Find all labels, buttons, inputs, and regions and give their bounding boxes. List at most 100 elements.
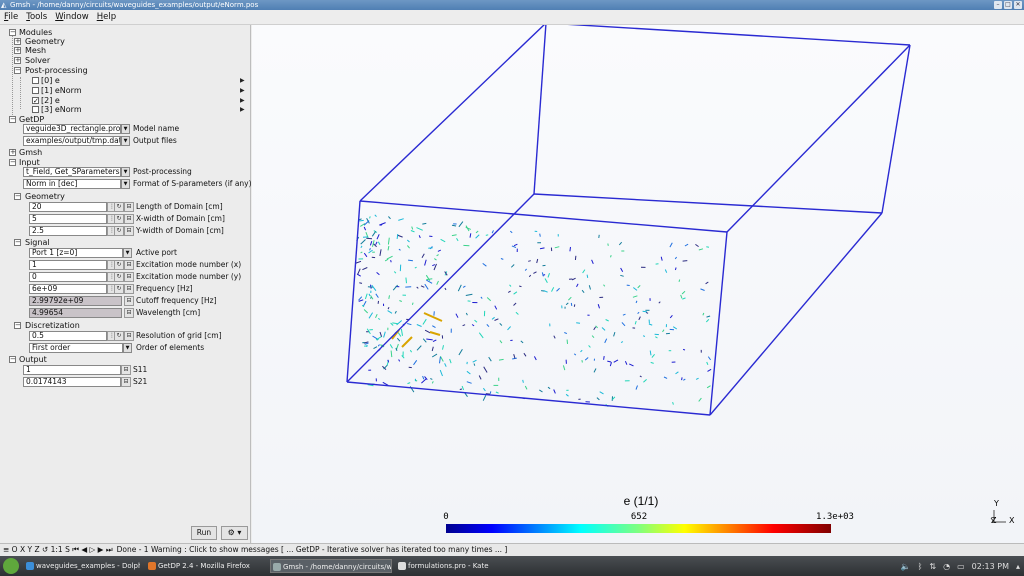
close-icon[interactable]: ✕	[1014, 1, 1022, 9]
range-icon[interactable]: ⊟	[124, 272, 134, 282]
view-checkbox[interactable]	[32, 87, 39, 94]
task-kate[interactable]: formulations.pro - Kate	[396, 559, 514, 573]
field-vector	[405, 277, 407, 284]
bluetooth-icon[interactable]: ᛒ	[918, 562, 923, 571]
view-checkbox[interactable]	[32, 106, 39, 113]
menu-help[interactable]: Help	[97, 12, 116, 22]
model-name-select[interactable]: veguide3D_rectangle.pro	[23, 124, 121, 134]
dropdown-arrow-icon[interactable]: ▼	[121, 124, 130, 134]
wifi-icon[interactable]: ◔	[943, 562, 950, 571]
order-select[interactable]: First order	[29, 343, 123, 353]
field-vector	[588, 285, 591, 290]
expand-icon[interactable]: +	[14, 47, 21, 54]
format-select[interactable]: Norm in [dec]	[23, 179, 121, 189]
battery-icon[interactable]: ▭	[957, 562, 965, 571]
menu-file[interactable]: File	[4, 12, 18, 22]
network-icon[interactable]: ⇅	[929, 562, 936, 571]
range-icon[interactable]: ⊟	[124, 214, 134, 224]
resolution-input[interactable]: 0.5	[29, 331, 107, 341]
field-vector-strong	[401, 336, 413, 348]
range-icon[interactable]: ⊟	[124, 284, 134, 294]
menu-window[interactable]: Window	[55, 12, 89, 22]
length-input[interactable]: 20	[29, 202, 107, 212]
minimize-icon[interactable]: –	[994, 1, 1002, 9]
task-gmsh[interactable]: Gmsh - /home/danny/circuits/w	[270, 559, 392, 573]
range-icon[interactable]: ⊟	[124, 296, 134, 306]
dropdown-arrow-icon[interactable]: ▼	[121, 179, 130, 189]
field-vector	[408, 259, 413, 262]
maximize-icon[interactable]: □	[1004, 1, 1012, 9]
range-icon[interactable]: ⊟	[124, 260, 134, 270]
field-vector	[388, 216, 391, 220]
task-firefox[interactable]: GetDP 2.4 - Mozilla Firefox	[146, 559, 264, 573]
field-vector	[386, 255, 393, 260]
field-vector	[431, 346, 434, 352]
view-toolbar[interactable]: ≡ O X Y Z ↺ 1:1 S ⏮ ◀ ▷ ▶ ⏭	[3, 544, 113, 556]
expand-icon[interactable]: +	[9, 149, 16, 156]
s11-input[interactable]: 1	[23, 365, 121, 375]
loop-icon[interactable]: ↻	[114, 202, 124, 212]
field-vector	[465, 293, 473, 296]
xwidth-input[interactable]: 5	[29, 214, 107, 224]
field-vector	[376, 272, 380, 276]
postproc-select[interactable]: t_Field, Get_SParameters	[23, 167, 121, 177]
collapse-icon[interactable]: −	[9, 29, 16, 36]
clock[interactable]: 02:13 PM	[972, 562, 1009, 571]
view-checkbox-checked[interactable]: ✓	[32, 97, 39, 105]
task-dolphin[interactable]: waveguides_examples - Dolph	[24, 559, 140, 573]
field-vector	[411, 226, 414, 230]
field-vector	[513, 302, 517, 306]
collapse-icon[interactable]: −	[9, 159, 16, 166]
volume-icon[interactable]: 🔈	[901, 562, 911, 571]
range-icon[interactable]: ⊟	[121, 365, 131, 375]
field-vector	[363, 309, 369, 314]
field-vector	[591, 335, 595, 339]
loop-icon[interactable]: ↻	[114, 226, 124, 236]
dropdown-arrow-icon[interactable]: ▼	[123, 343, 132, 353]
status-message[interactable]: Done - 1 Warning : Click to show message…	[117, 544, 508, 556]
range-icon[interactable]: ⊟	[124, 226, 134, 236]
collapse-icon[interactable]: −	[14, 322, 21, 329]
s21-input[interactable]: 0.0174143	[23, 377, 121, 387]
collapse-icon[interactable]: −	[14, 67, 21, 74]
ywidth-input[interactable]: 2.5	[29, 226, 107, 236]
field-vector	[407, 382, 411, 385]
loop-icon[interactable]: ↻	[114, 272, 124, 282]
loop-icon[interactable]: ↻	[114, 214, 124, 224]
active-port-select[interactable]: Port 1 [z=0]	[29, 248, 123, 258]
collapse-icon[interactable]: −	[9, 116, 16, 123]
run-button[interactable]: Run	[191, 526, 217, 540]
view-menu-arrow-icon[interactable]: ▶	[240, 104, 245, 115]
range-icon[interactable]: ⊟	[124, 331, 134, 341]
loop-icon[interactable]: ↻	[114, 284, 124, 294]
tray-expand-icon[interactable]: ▴	[1016, 562, 1020, 571]
collapse-icon[interactable]: −	[14, 239, 21, 246]
collapse-icon[interactable]: −	[9, 356, 16, 363]
graphics-viewport[interactable]: e (1/1) 0 652 1.3e+03 Y Z X	[252, 22, 1024, 543]
modey-input[interactable]: 0	[29, 272, 107, 282]
expand-icon[interactable]: +	[14, 38, 21, 45]
field-vector	[610, 255, 612, 258]
view-checkbox[interactable]	[32, 77, 39, 84]
window-titlebar[interactable]: ◭ Gmsh - /home/danny/circuits/waveguides…	[0, 0, 1024, 10]
field-vector	[706, 315, 711, 318]
field-vector	[363, 252, 368, 258]
collapse-icon[interactable]: −	[14, 193, 21, 200]
range-icon[interactable]: ⊟	[124, 202, 134, 212]
field-vector	[571, 277, 576, 281]
output-files-select[interactable]: examples/output/tmp.dat	[23, 136, 121, 146]
dropdown-arrow-icon[interactable]: ▼	[121, 167, 130, 177]
frequency-input[interactable]: 6e+09	[29, 284, 107, 294]
range-icon[interactable]: ⊟	[121, 377, 131, 387]
loop-icon[interactable]: ↻	[114, 260, 124, 270]
range-icon[interactable]: ⊟	[124, 308, 134, 318]
dropdown-arrow-icon[interactable]: ▼	[123, 248, 132, 258]
field-vector	[576, 283, 579, 288]
menu-tools[interactable]: Tools	[26, 12, 47, 22]
modex-input[interactable]: 1	[29, 260, 107, 270]
dropdown-arrow-icon[interactable]: ▼	[121, 136, 130, 146]
gear-menu-button[interactable]: ⚙ ▾	[221, 526, 248, 540]
loop-icon[interactable]: ↻	[114, 331, 124, 341]
start-menu-icon[interactable]	[3, 558, 19, 574]
expand-icon[interactable]: +	[14, 57, 21, 64]
